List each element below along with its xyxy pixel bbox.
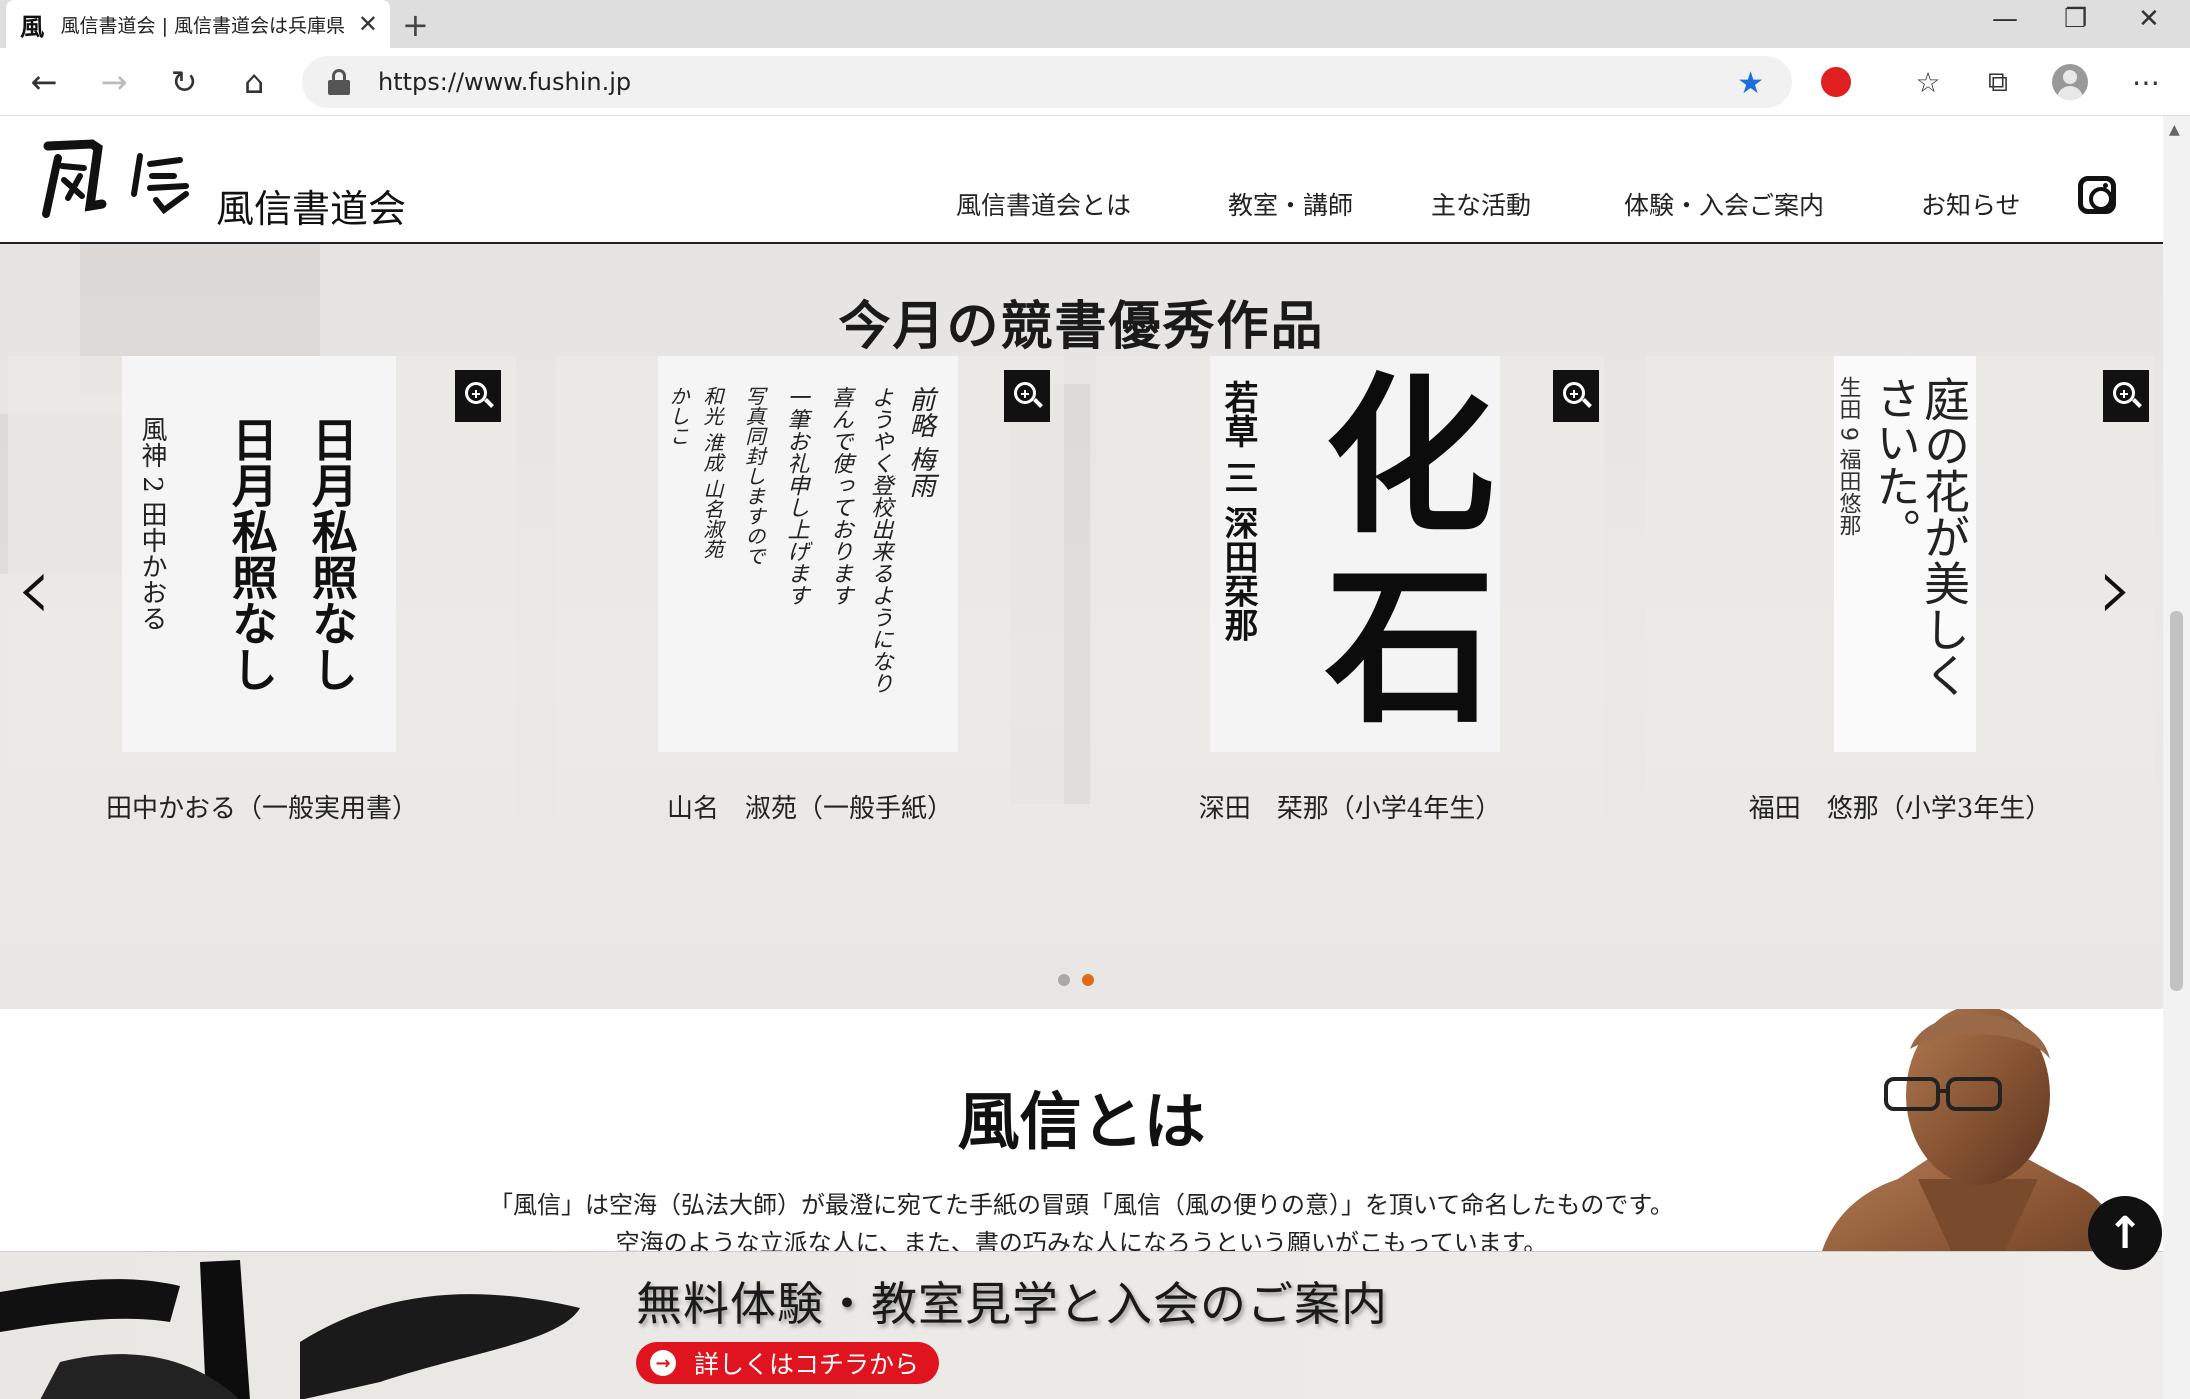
artwork-image[interactable]: 日月私照なし 日月私照なし 風神 2 田中かおる [122, 356, 396, 752]
work-caption: 田中かおる（一般実用書） [105, 794, 418, 824]
artwork-image[interactable]: 庭の花が美しく さいた。 生田 9 福田悠那 [1834, 356, 1976, 752]
carousel-next-arrow-icon[interactable]: › [2098, 544, 2134, 634]
close-window-button[interactable]: ✕ [2138, 4, 2160, 34]
trial-banner[interactable]: 無料体験・教室見学と入会のご案内 → 詳しくはコチラから [0, 1251, 2163, 1399]
gallery-section: 今月の競書優秀作品 日月私照なし 日月私照なし 風神 2 田中かおる 田中かおる… [0, 244, 2163, 1009]
details-button-label: 詳しくはコチラから [694, 1350, 920, 1379]
logo-text[interactable]: 風信書道会 [216, 178, 406, 233]
extension-icon[interactable] [1812, 58, 1860, 106]
nav-item-news[interactable]: お知らせ [1921, 186, 2021, 222]
gallery-card[interactable]: 庭の花が美しく さいた。 生田 9 福田悠那 福田 悠那（小学3年生） [1646, 356, 2154, 824]
back-button[interactable]: ← [22, 60, 66, 104]
banner-title[interactable]: 無料体験・教室見学と入会のご案内 [636, 1268, 1388, 1334]
avatar [2052, 64, 2088, 100]
nav-item-join[interactable]: 体験・入会ご案内 [1624, 186, 1824, 222]
profile-button[interactable] [2046, 58, 2094, 106]
restore-button[interactable]: ❐ [2064, 4, 2087, 34]
svg-text:かしこ: かしこ [666, 386, 690, 446]
home-button[interactable]: ⌂ [232, 60, 276, 104]
svg-text:一筆お礼申し上げます: 一筆お礼申し上げます [784, 386, 810, 606]
work-caption: 福田 悠那（小学3年生） [1748, 794, 2052, 824]
favorite-star-icon[interactable]: ★ [1737, 66, 1764, 101]
nav-item-activities[interactable]: 主な活動 [1431, 186, 1531, 222]
svg-text:日月私照なし: 日月私照なし [225, 416, 279, 692]
artwork-image[interactable]: 化 石 若草 三 深田栞那 [1210, 356, 1500, 752]
artwork-image[interactable]: 前略 梅雨 ようやく登校出来るようになり 喜んで使っております 一筆お礼申し上げ… [658, 356, 958, 752]
collections-button[interactable]: ⧉ [1974, 58, 2022, 106]
instagram-icon[interactable] [2078, 176, 2116, 214]
gallery-title: 今月の競書優秀作品 [838, 296, 1325, 357]
back-to-top-button[interactable]: ↑ [2088, 1196, 2162, 1270]
scrollbar-thumb[interactable] [2170, 611, 2183, 991]
svg-text:日月私照なし: 日月私照なし [305, 416, 359, 692]
svg-text:生田 9 福田悠那: 生田 9 福田悠那 [1836, 376, 1862, 536]
zoom-icon[interactable] [455, 370, 501, 422]
gallery-card[interactable]: 化 石 若草 三 深田栞那 深田 栞那（小学4年生） [1096, 356, 1604, 824]
zoom-icon[interactable] [2103, 370, 2149, 422]
svg-text:風神 2 田中かおる: 風神 2 田中かおる [137, 416, 167, 631]
more-menu-button[interactable]: ⋯ [2122, 58, 2170, 106]
nav-item-classes[interactable]: 教室・講師 [1228, 186, 1353, 222]
svg-text:前略 梅雨: 前略 梅雨 [905, 386, 935, 498]
url-text[interactable]: https://www.fushin.jp [378, 68, 631, 96]
work-caption: 深田 栞那（小学4年生） [1198, 794, 1502, 824]
gallery-card[interactable]: 前略 梅雨 ようやく登校出来るようになり 喜んで使っております 一筆お礼申し上げ… [556, 356, 1064, 824]
svg-text:和光 淮成 山名淑苑: 和光 淮成 山名淑苑 [700, 386, 724, 559]
new-tab-button[interactable]: + [402, 6, 429, 44]
page-viewport: 風信書道会 風信書道会とは 教室・講師 主な活動 体験・入会ご案内 お知らせ 今… [0, 116, 2163, 1399]
lock-icon[interactable] [328, 69, 350, 95]
browser-toolbar: ← → ↻ ⌂ https://www.fushin.jp ★ ☆ ⧉ ⋯ [0, 48, 2190, 116]
carousel-dot[interactable] [1058, 974, 1070, 986]
minimize-button[interactable]: — [1992, 4, 2018, 34]
favorites-button[interactable]: ☆ [1904, 58, 1952, 106]
brush-calligraphy-image [0, 1260, 580, 1399]
scroll-up-arrow-icon[interactable]: ▲ [2169, 122, 2180, 138]
work-caption: 山名 淑苑（一般手紙） [666, 794, 953, 824]
svg-text:化: 化 [1325, 357, 1495, 557]
details-button[interactable]: → 詳しくはコチラから [636, 1342, 940, 1384]
svg-text:写真同封しますので: 写真同封しますので [742, 386, 766, 566]
page-scrollbar[interactable]: ▲ [2163, 116, 2190, 1399]
carousel-pagination [1058, 974, 1094, 986]
address-bar[interactable]: https://www.fushin.jp ★ [302, 56, 1792, 108]
browser-tab-bar: 風 風信書道会 | 風信書道会は兵庫県 ✕ + — ❐ ✕ [0, 0, 2190, 48]
browser-tab[interactable]: 風 風信書道会 | 風信書道会は兵庫県 ✕ [6, 0, 390, 48]
carousel-prev-arrow-icon[interactable]: ‹ [16, 544, 52, 634]
refresh-button[interactable]: ↻ [162, 60, 206, 104]
calligraphy-work-4: 庭の花が美しく さいた。 生田 9 福田悠那 [1836, 376, 1972, 698]
calligraphy-work-1: 日月私照なし 日月私照なし 風神 2 田中かおる [137, 416, 359, 692]
zoom-icon[interactable] [1553, 370, 1599, 422]
nav-item-about[interactable]: 風信書道会とは [956, 186, 1131, 222]
forward-button[interactable]: → [92, 60, 136, 104]
svg-text:若草 三 深田栞那: 若草 三 深田栞那 [1218, 380, 1258, 642]
site-header: 風信書道会 風信書道会とは 教室・講師 主な活動 体験・入会ご案内 お知らせ [0, 116, 2163, 244]
svg-text:喜んで使っております: 喜んで使っております [828, 386, 853, 606]
tab-close-icon[interactable]: ✕ [358, 10, 378, 38]
svg-text:ようやく登校出来るようになり: ようやく登校出来るようになり [868, 386, 894, 694]
svg-text:さいた。: さいた。 [1869, 376, 1920, 552]
zoom-icon[interactable] [1004, 370, 1050, 422]
svg-text:庭の花が美しく: 庭の花が美しく [1917, 376, 1971, 698]
calligraphy-work-2: 前略 梅雨 ようやく登校出来るようになり 喜んで使っております 一筆お礼申し上げ… [666, 386, 935, 694]
carousel-dot-active[interactable] [1082, 974, 1094, 986]
svg-text:石: 石 [1325, 547, 1495, 747]
favicon-icon: 風 [20, 11, 45, 41]
calligraphy-work-3: 化 石 若草 三 深田栞那 [1218, 357, 1495, 747]
arrow-right-icon: → [650, 1350, 676, 1376]
tab-title: 風信書道会 | 風信書道会は兵庫県 [60, 14, 346, 37]
logo-mark[interactable] [40, 136, 200, 226]
gallery-card[interactable]: 日月私照なし 日月私照なし 風神 2 田中かおる 田中かおる（一般実用書） [8, 356, 516, 824]
